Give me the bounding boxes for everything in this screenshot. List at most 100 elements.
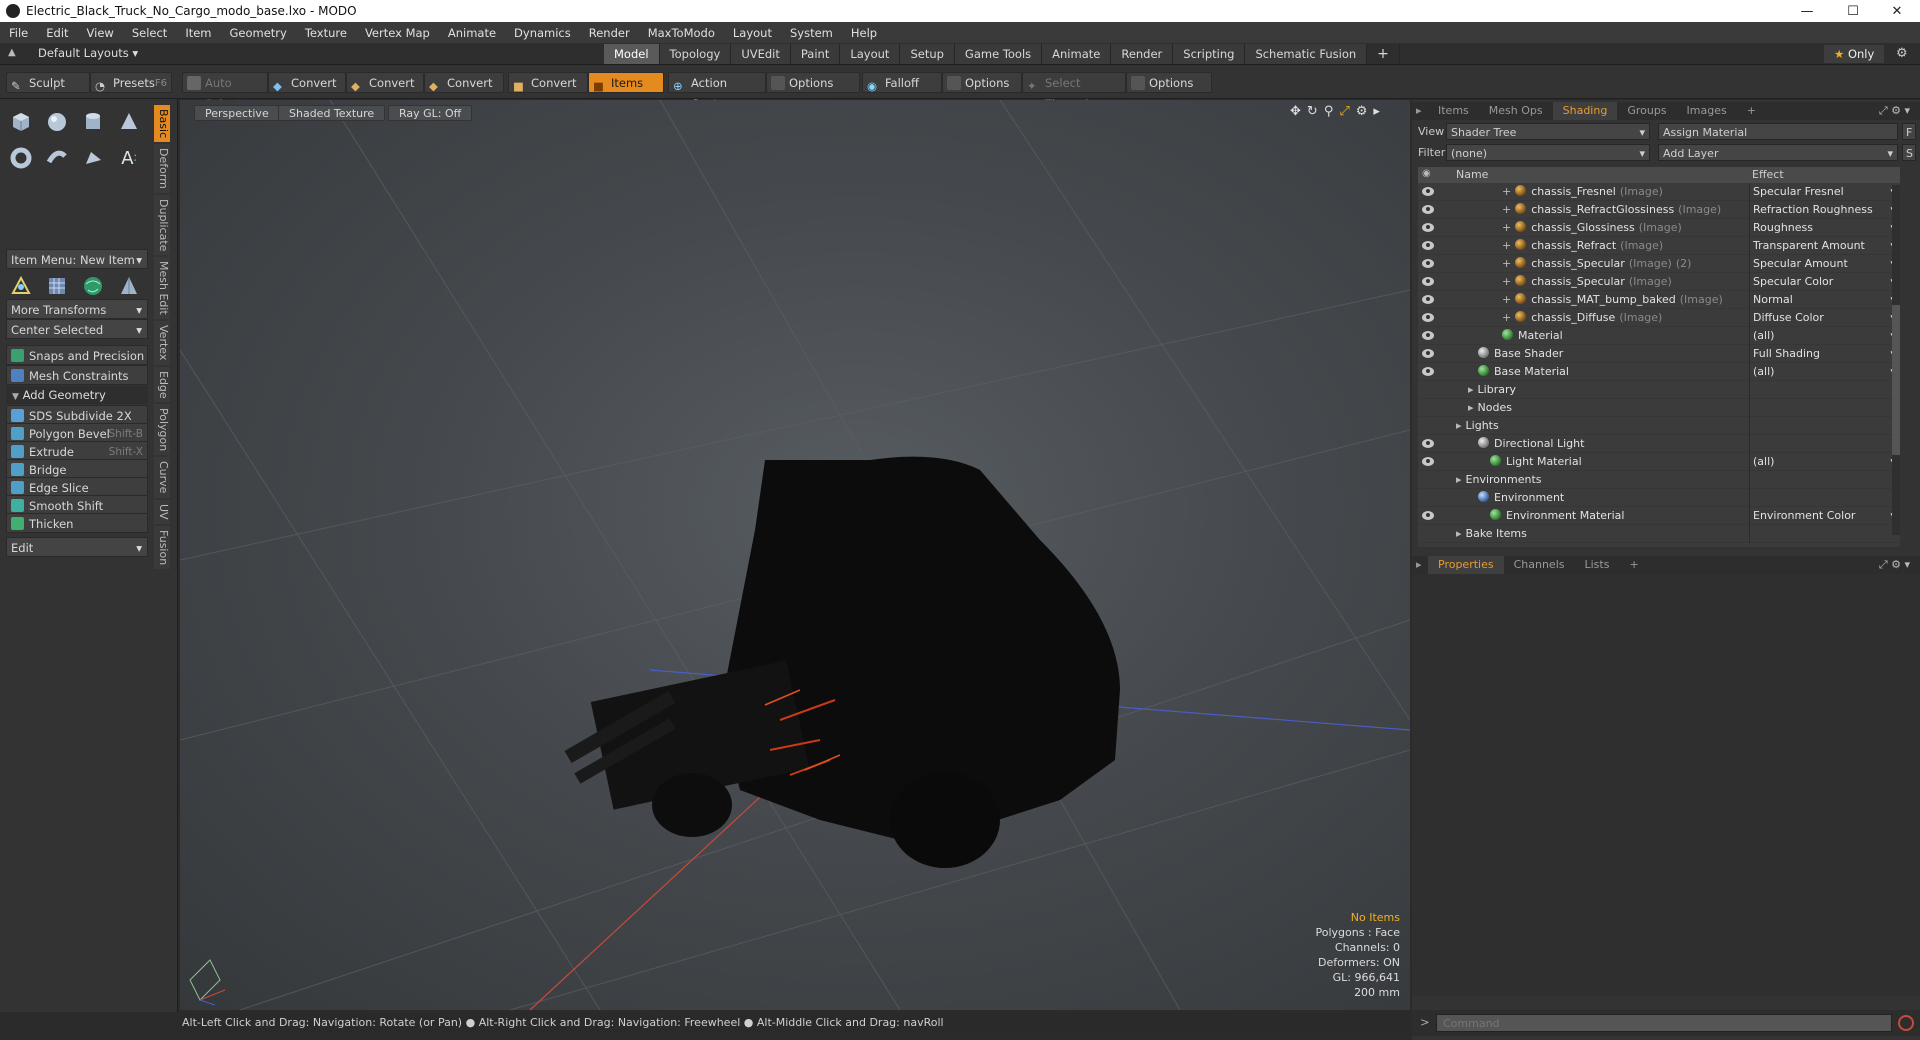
menu-render[interactable]: Render bbox=[580, 26, 639, 40]
vtab-polygon[interactable]: Polygon bbox=[154, 404, 170, 456]
add-layer-dropdown[interactable]: Add Layer bbox=[1658, 144, 1898, 162]
visibility-eye-icon[interactable] bbox=[1422, 457, 1434, 466]
add-tab-button[interactable]: + bbox=[1367, 44, 1400, 64]
tab-topology[interactable]: Topology bbox=[659, 44, 732, 64]
grid-icon[interactable] bbox=[42, 271, 72, 301]
sphere-icon[interactable] bbox=[42, 107, 72, 137]
add-panel-tab-button[interactable]: + bbox=[1737, 102, 1766, 120]
effect-dropdown[interactable]: Refraction Roughness bbox=[1749, 201, 1900, 219]
expand-plus-icon[interactable]: + bbox=[1502, 275, 1511, 288]
convert-items-button[interactable]: ■ Convert bbox=[508, 72, 588, 93]
visibility-eye-icon[interactable] bbox=[1422, 439, 1434, 448]
maximize-button[interactable]: ☐ bbox=[1830, 0, 1876, 22]
tab-setup[interactable]: Setup bbox=[900, 44, 955, 64]
folder-arrow-icon[interactable]: ▸ bbox=[1468, 401, 1474, 414]
tab-lists[interactable]: Lists bbox=[1575, 556, 1620, 574]
menu-layout[interactable]: Layout bbox=[724, 26, 781, 40]
tab-items[interactable]: Items bbox=[1428, 102, 1479, 120]
action-center-options-button[interactable]: Options bbox=[766, 72, 860, 93]
convert-polygons-button[interactable]: ◆ Convert bbox=[424, 72, 504, 93]
vtab-edge[interactable]: Edge bbox=[154, 366, 170, 403]
shader-tree-row[interactable]: ▸ Nodes bbox=[1418, 399, 1900, 417]
expand-plus-icon[interactable]: + bbox=[1502, 293, 1511, 306]
visibility-eye-icon[interactable] bbox=[1422, 349, 1434, 358]
shader-tree-row[interactable]: + chassis_MAT_bump_baked (Image) Normal bbox=[1418, 291, 1900, 309]
visibility-eye-icon[interactable] bbox=[1422, 241, 1434, 250]
tool-smooth-shift-button[interactable]: Smooth Shift bbox=[6, 495, 148, 515]
panel-expand-icon[interactable]: ⤢ ⚙ ▾ bbox=[1869, 102, 1920, 120]
menu-edit[interactable]: Edit bbox=[37, 26, 77, 40]
visibility-eye-icon[interactable] bbox=[1422, 277, 1434, 286]
folder-arrow-icon[interactable]: ▸ bbox=[1456, 419, 1462, 432]
visibility-eye-icon[interactable] bbox=[1422, 511, 1434, 520]
expand-plus-icon[interactable]: + bbox=[1502, 257, 1511, 270]
3d-viewport[interactable]: Perspective Shaded Texture Ray GL: Off ✥… bbox=[180, 100, 1410, 1010]
add-geometry-header[interactable]: ▼ Add Geometry bbox=[6, 386, 148, 404]
tool-bridge-button[interactable]: Bridge bbox=[6, 459, 148, 479]
shader-tree-row[interactable]: ▸ Environments bbox=[1418, 471, 1900, 489]
shader-tree-row[interactable]: Directional Light bbox=[1418, 435, 1900, 453]
sculpt-button[interactable]: ✎ Sculpt bbox=[6, 72, 90, 93]
tool-edge-slice-button[interactable]: Edge Slice bbox=[6, 477, 148, 497]
move-view-icon[interactable]: ✥ bbox=[1290, 104, 1301, 119]
effect-dropdown[interactable]: Specular Amount bbox=[1749, 255, 1900, 273]
presets-button[interactable]: ◔ Presets F6 bbox=[90, 72, 172, 93]
globe-icon[interactable] bbox=[78, 271, 108, 301]
effect-dropdown[interactable]: Normal bbox=[1749, 291, 1900, 309]
convert-vertices-button[interactable]: ◆ Convert bbox=[268, 72, 346, 93]
tab-mesh-ops[interactable]: Mesh Ops bbox=[1479, 102, 1553, 120]
assign-material-key[interactable]: F bbox=[1902, 123, 1916, 140]
assign-material-button[interactable]: Assign Material bbox=[1658, 123, 1898, 140]
effect-dropdown[interactable]: Roughness bbox=[1749, 219, 1900, 237]
menu-maxtomodo[interactable]: MaxToModo bbox=[639, 26, 724, 40]
tab-paint[interactable]: Paint bbox=[790, 44, 841, 64]
more-transforms-dropdown[interactable]: More Transforms bbox=[6, 299, 148, 320]
tab-shading[interactable]: Shading bbox=[1552, 102, 1618, 120]
shader-tree-row[interactable]: Base Shader Full Shading bbox=[1418, 345, 1900, 363]
vtab-fusion[interactable]: Fusion bbox=[154, 525, 170, 569]
viewport-expand-icon[interactable]: ▸ bbox=[1373, 104, 1380, 119]
effect-dropdown[interactable]: Full Shading bbox=[1749, 345, 1900, 363]
menu-item[interactable]: Item bbox=[176, 26, 220, 40]
falloff-button[interactable]: ◉ Falloff bbox=[862, 72, 942, 93]
viewport-settings-icon[interactable]: ⚙ bbox=[1356, 104, 1368, 119]
menu-texture[interactable]: Texture bbox=[296, 26, 356, 40]
visibility-eye-icon[interactable] bbox=[1422, 331, 1434, 340]
tab-layout[interactable]: Layout bbox=[840, 44, 901, 64]
gear-icon[interactable]: ⚙ bbox=[1896, 46, 1908, 61]
shader-tree-row[interactable]: + chassis_Fresnel (Image) Specular Fresnel bbox=[1418, 183, 1900, 201]
vtab-uv[interactable]: UV bbox=[154, 499, 170, 524]
tab-groups[interactable]: Groups bbox=[1617, 102, 1676, 120]
vtab-vertex[interactable]: Vertex bbox=[154, 321, 170, 365]
shader-tree-row[interactable]: Environment bbox=[1418, 489, 1900, 507]
column-name-header[interactable]: Name bbox=[1456, 168, 1488, 181]
menu-system[interactable]: System bbox=[781, 26, 842, 40]
folder-arrow-icon[interactable]: ▸ bbox=[1456, 473, 1462, 486]
shader-tree-row[interactable]: + chassis_Refract (Image) Transparent Amoun… bbox=[1418, 237, 1900, 255]
visibility-eye-icon[interactable] bbox=[1422, 187, 1434, 196]
expand-plus-icon[interactable]: + bbox=[1502, 203, 1511, 216]
cylinder-icon[interactable] bbox=[78, 107, 108, 137]
visibility-eye-icon[interactable] bbox=[1422, 205, 1434, 214]
props-expand-icon[interactable]: ⤢ ⚙ ▾ bbox=[1869, 556, 1920, 574]
fit-icon[interactable]: ⤢ bbox=[1339, 104, 1349, 119]
tab-animate[interactable]: Animate bbox=[1042, 44, 1112, 64]
shader-tree-row[interactable]: + chassis_Diffuse (Image) Diffuse Color bbox=[1418, 309, 1900, 327]
vtab-mesh-edit[interactable]: Mesh Edit bbox=[154, 257, 170, 320]
shader-tree-row[interactable]: + chassis_Specular (Image) Specular Color bbox=[1418, 273, 1900, 291]
scrollbar-thumb[interactable] bbox=[1892, 305, 1900, 455]
pyramid-icon[interactable] bbox=[114, 271, 144, 301]
pen-tool-icon[interactable] bbox=[78, 143, 108, 173]
visibility-eye-icon[interactable] bbox=[1422, 223, 1434, 232]
text-tool-icon[interactable]: A ∶ bbox=[114, 143, 144, 173]
visibility-eye-icon[interactable] bbox=[1422, 367, 1434, 376]
tab-images[interactable]: Images bbox=[1677, 102, 1737, 120]
folder-arrow-icon[interactable]: ▸ bbox=[1456, 527, 1462, 540]
action-center-button[interactable]: ⊕Action Center bbox=[668, 72, 766, 111]
tool-extrude-button[interactable]: Extrude Shift-X bbox=[6, 441, 148, 461]
snaps-and-precision-button[interactable]: Snaps and Precision bbox=[6, 345, 148, 365]
falloff-options-button[interactable]: Options bbox=[942, 72, 1022, 93]
perspective-button[interactable]: Perspective bbox=[194, 105, 280, 121]
column-effect-header[interactable]: Effect bbox=[1752, 168, 1784, 181]
default-layouts-dropdown[interactable]: Default Layouts ▾ bbox=[38, 46, 138, 60]
